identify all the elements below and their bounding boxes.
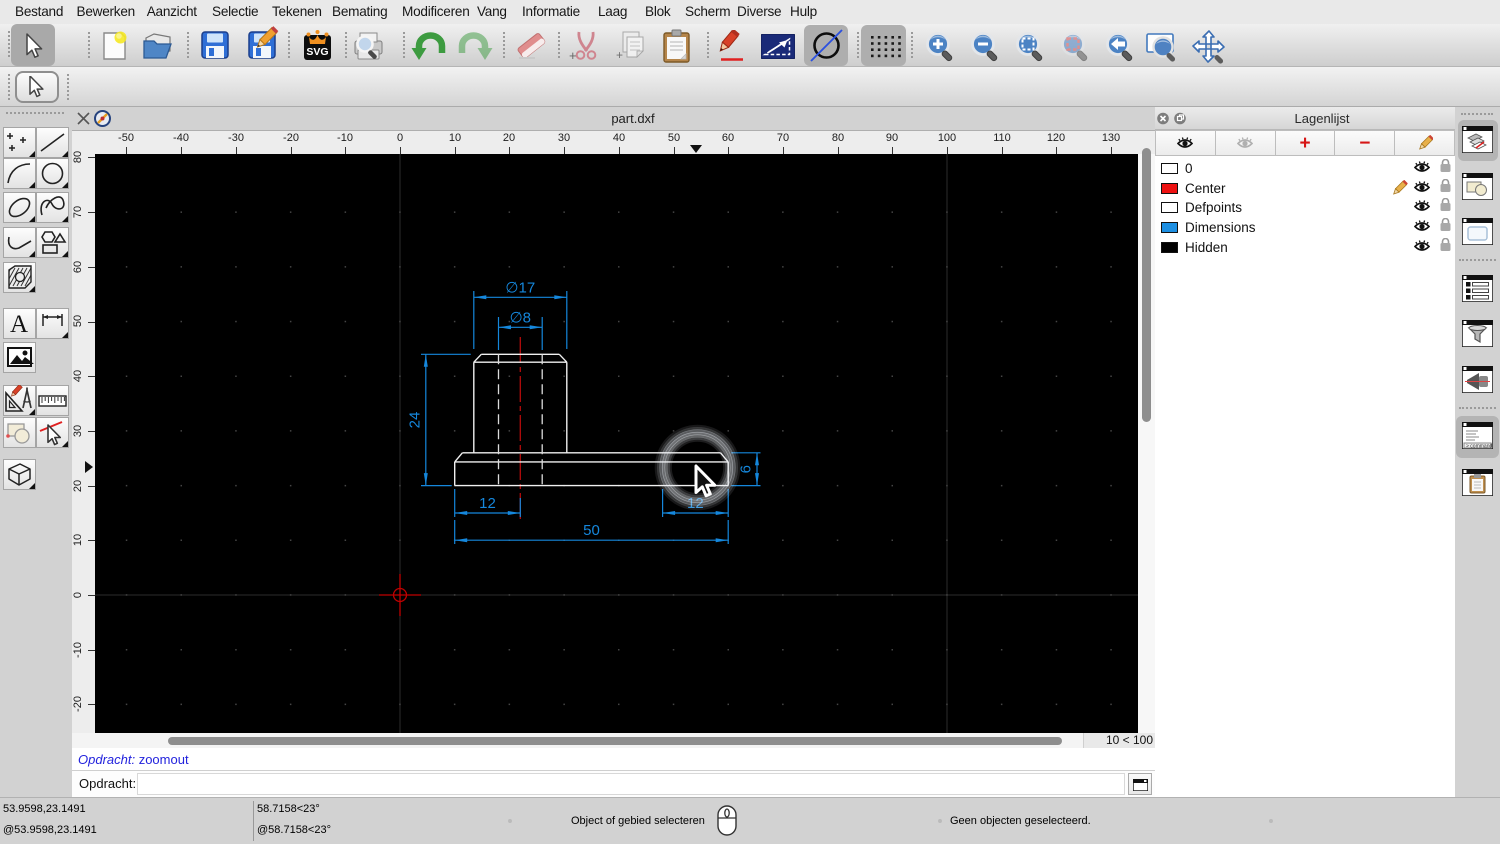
svg-text:∅17: ∅17 — [505, 279, 535, 296]
svg-text:+: + — [569, 48, 577, 63]
svg-text:12: 12 — [479, 495, 496, 512]
svg-text:+: + — [616, 48, 623, 62]
svg-text:24: 24 — [406, 412, 423, 429]
svg-text:50: 50 — [583, 522, 600, 539]
svg-text:∅8: ∅8 — [510, 309, 531, 326]
svg-text:SVG: SVG — [306, 46, 328, 58]
svg-text:A: A — [10, 311, 28, 338]
svg-text:> command: > command — [1466, 444, 1492, 450]
